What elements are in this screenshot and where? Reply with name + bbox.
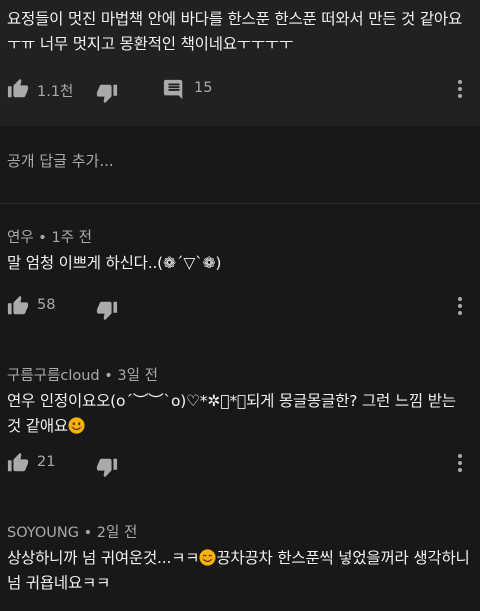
comment-time: 2일 전 xyxy=(96,525,138,541)
divider xyxy=(0,203,480,204)
like-count: 58 xyxy=(37,297,56,313)
separator: • xyxy=(104,368,113,384)
comment-text: 연우 인정이요오(o´︶︶`o)♡*✲゚*。되게 몽글몽글한? 그런 느낌 받는… xyxy=(7,389,473,439)
comment-meta: SOYOUNG • 2일 전 xyxy=(7,521,137,542)
thumbs-up-icon[interactable] xyxy=(7,295,29,317)
comment-actions: 58 xyxy=(0,295,480,325)
comment-actions: 21 xyxy=(0,452,480,482)
comment-icon[interactable] xyxy=(163,78,185,100)
comment-time: 1주 전 xyxy=(51,230,92,246)
add-reply-input[interactable]: 공개 답글 추가... xyxy=(7,150,114,171)
comment-text: 말 엄청 이쁘게 하신다..(❁´▽`❁) xyxy=(7,254,222,272)
comment-meta: 연우 • 1주 전 xyxy=(7,226,92,247)
comment-author[interactable]: SOYOUNG xyxy=(7,525,79,541)
top-comment-text: 요정들이 멋진 마법책 안에 바다를 한스푼 한스푼 떠와서 만든 것 같아요ㅜ… xyxy=(7,10,463,53)
like-count: 21 xyxy=(37,454,56,470)
thumbs-down-icon[interactable] xyxy=(96,82,118,104)
more-vertical-icon[interactable] xyxy=(452,452,468,474)
smiling-face-emoji xyxy=(68,417,85,434)
separator: • xyxy=(83,525,93,541)
comment-text-part: 상상하니까 넘 귀여운것...ㅋㅋ xyxy=(7,549,200,567)
comment-text: 상상하니까 넘 귀여운것...ㅋㅋ 끙차끙차 한스푼씩 넣었을꺼라 생각하니 넘… xyxy=(7,546,473,596)
thumbs-down-icon[interactable] xyxy=(96,456,118,478)
thumbs-up-icon[interactable] xyxy=(7,78,29,100)
top-comment: 요정들이 멋진 마법책 안에 바다를 한스푼 한스푼 떠와서 만든 것 같아요ㅜ… xyxy=(0,0,480,126)
more-vertical-icon[interactable] xyxy=(452,295,468,317)
separator: • xyxy=(38,230,47,246)
thumbs-up-icon[interactable] xyxy=(7,452,29,474)
smiling-face-emoji xyxy=(199,549,216,566)
comment-author[interactable]: 연우 xyxy=(7,230,34,246)
comment-meta: 구름구름cloud • 3일 전 xyxy=(7,364,158,385)
comment-time: 3일 전 xyxy=(117,368,158,384)
top-comment-actions: 1.1천 15 xyxy=(0,78,480,108)
reply-count: 15 xyxy=(194,80,213,96)
comment-author[interactable]: 구름구름cloud xyxy=(7,368,100,384)
more-vertical-icon[interactable] xyxy=(452,78,468,100)
thumbs-down-icon[interactable] xyxy=(96,299,118,321)
like-count: 1.1천 xyxy=(37,84,74,100)
